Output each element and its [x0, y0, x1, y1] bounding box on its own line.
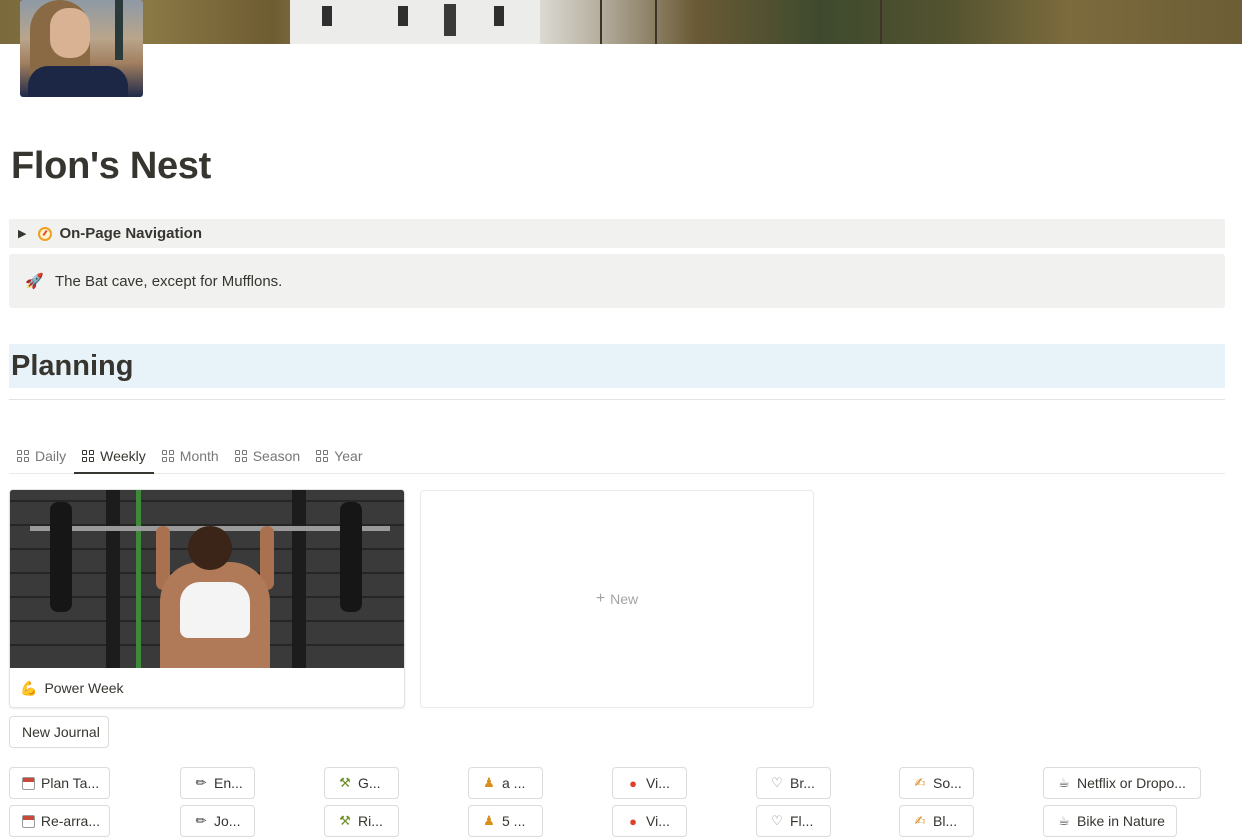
person-icon: ♟ [483, 813, 495, 828]
new-journal-button[interactable]: New Journal [9, 716, 109, 748]
template-button[interactable]: ♡ Fl... [756, 805, 831, 837]
tooth-icon: ♡ [771, 813, 783, 828]
tab-weekly[interactable]: Weekly [74, 438, 154, 474]
template-button[interactable]: ♟ a ... [468, 767, 543, 799]
callout-block[interactable]: 🚀 The Bat cave, except for Mufflons. [9, 254, 1225, 308]
tab-daily[interactable]: Daily [9, 438, 74, 473]
tab-season[interactable]: Season [227, 438, 308, 473]
page-title[interactable]: Flon's Nest [11, 145, 211, 188]
template-button[interactable]: ✍ So... [899, 767, 974, 799]
gallery-view-icon [316, 449, 329, 462]
tooth-icon: ♡ [771, 775, 783, 790]
template-button[interactable]: ☕ Bike in Nature [1043, 805, 1177, 837]
couch-icon: ☕ [1058, 775, 1070, 790]
template-button[interactable]: ♡ Br... [756, 767, 831, 799]
muscle-icon: 💪 [20, 679, 38, 696]
toggle-arrow-icon[interactable]: ▶ [18, 227, 26, 240]
gallery-card-power-week[interactable]: 💪 Power Week [9, 489, 405, 708]
pencil-icon: ✏ [195, 813, 207, 828]
tab-month[interactable]: Month [154, 438, 227, 473]
page-icon-avatar[interactable] [20, 0, 143, 97]
template-button[interactable]: ⚒ Ri... [324, 805, 399, 837]
card-title: Power Week [44, 680, 124, 696]
tool-icon: ⚒ [339, 813, 351, 828]
gallery-view-icon [234, 449, 247, 462]
gallery-view-icon [82, 449, 95, 462]
toggle-label: On-Page Navigation [59, 225, 202, 242]
pill-icon: ● [629, 813, 637, 829]
template-button[interactable]: Re-arra... [9, 805, 110, 837]
cover-house [290, 0, 540, 44]
gallery-view-icon [161, 449, 174, 462]
gallery-view-icon [17, 449, 29, 462]
template-button[interactable]: ✍ Bl... [899, 805, 974, 837]
new-card-button[interactable]: + New [420, 490, 814, 708]
person-icon: ♟ [483, 775, 495, 790]
compass-icon [38, 226, 53, 241]
rocket-icon: 🚀 [25, 273, 44, 290]
divider [9, 399, 1225, 400]
callout-text: The Bat cave, except for Mufflons. [55, 272, 283, 290]
planning-heading[interactable]: Planning [9, 344, 1225, 388]
template-button[interactable]: Plan Ta... [9, 767, 110, 799]
template-button[interactable]: ♟ 5 ... [468, 805, 543, 837]
couch-icon: ☕ [1058, 813, 1070, 828]
template-button[interactable]: ⚒ G... [324, 767, 399, 799]
view-tabs: Daily Weekly Month Season Year [9, 438, 1225, 474]
template-button[interactable]: ☕ Netflix or Dropo... [1043, 767, 1201, 799]
note-icon: ✍ [914, 813, 926, 828]
template-button[interactable]: ✏ En... [180, 767, 255, 799]
template-button[interactable]: ● Vi... [612, 767, 687, 799]
calendar-icon [22, 814, 35, 828]
template-button[interactable]: ● Vi... [612, 805, 687, 837]
page-cover-image[interactable] [0, 0, 1242, 44]
note-icon: ✍ [914, 775, 926, 790]
pill-icon: ● [629, 775, 637, 791]
pencil-icon: ✏ [195, 775, 207, 790]
calendar-icon [22, 776, 35, 790]
on-page-navigation-toggle[interactable]: ▶ On-Page Navigation [9, 219, 1225, 248]
plus-icon: + [595, 590, 606, 607]
card-cover-image [10, 490, 404, 668]
tool-icon: ⚒ [339, 775, 351, 790]
template-button[interactable]: ✏ Jo... [180, 805, 255, 837]
tab-year[interactable]: Year [308, 438, 370, 473]
